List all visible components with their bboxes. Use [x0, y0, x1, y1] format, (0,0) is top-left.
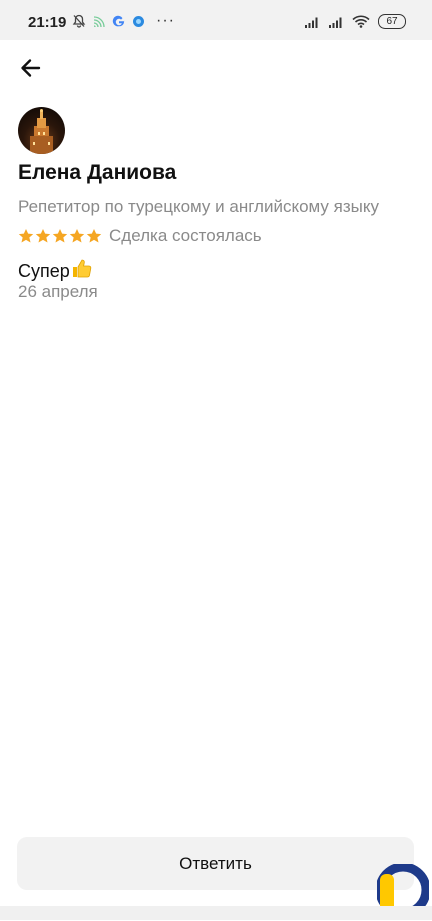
- star-icon: [18, 229, 34, 243]
- more-notifications-icon: ···: [156, 12, 175, 29]
- system-navigation-bar: [0, 906, 432, 920]
- review-text: Супер: [18, 258, 92, 284]
- deal-status: Сделка состоялась: [109, 226, 262, 245]
- review-text-content: Супер: [18, 260, 70, 281]
- avatar[interactable]: [18, 107, 65, 154]
- arrow-left-icon: [21, 59, 41, 77]
- cast-icon: [93, 16, 105, 28]
- star-icon: [86, 229, 102, 243]
- status-right-icons: 67: [304, 14, 406, 29]
- review-date: 26 апреля: [18, 282, 98, 301]
- status-notification-icons: [72, 14, 145, 28]
- reviewer-subtitle: Репетитор по турецкому и английскому язы…: [18, 197, 379, 216]
- signal-icon-2: [329, 17, 342, 28]
- back-button[interactable]: [18, 56, 44, 80]
- bell-off-icon: [72, 14, 86, 28]
- reviewer-name[interactable]: Елена Даниова: [18, 161, 176, 185]
- battery-indicator: 67: [378, 14, 406, 29]
- status-time: 21:19: [28, 14, 67, 31]
- status-bar: 21:19 ··· 67: [0, 0, 432, 40]
- rating-stars: [18, 228, 102, 244]
- avatar-image: [30, 109, 53, 154]
- app-notification-icon: [133, 15, 144, 27]
- google-icon: [112, 15, 125, 27]
- signal-icon-1: [305, 17, 318, 28]
- star-icon: [69, 229, 85, 243]
- thumbs-up-icon: [71, 258, 92, 284]
- rating-row: Сделка состоялась: [18, 226, 262, 246]
- reply-button[interactable]: Ответить: [17, 837, 414, 890]
- wifi-icon: [352, 15, 370, 28]
- star-icon: [35, 229, 51, 243]
- star-icon: [52, 229, 68, 243]
